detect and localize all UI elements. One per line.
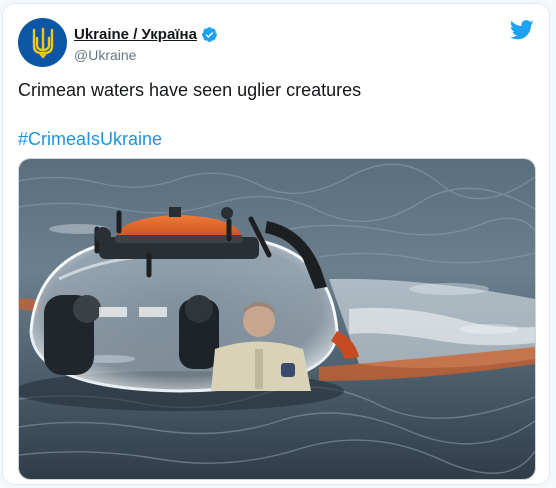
tweet-card: Ukraine / Україна @Ukraine Crimean water…: [2, 3, 550, 485]
tweet-media-photo[interactable]: [18, 158, 536, 480]
ukraine-trident-icon: [32, 27, 53, 58]
display-name-row: Ukraine / Україна: [74, 24, 218, 44]
twitter-bird-icon[interactable]: [510, 20, 534, 40]
author-display-name[interactable]: Ukraine / Україна: [74, 26, 197, 43]
author-handle[interactable]: @Ukraine: [74, 47, 218, 63]
tweet-header: Ukraine / Україна @Ukraine: [18, 16, 534, 67]
hashtag-link[interactable]: #CrimeaIsUkraine: [18, 127, 162, 151]
submersible-photo: [19, 159, 535, 479]
tweet-text: Crimean waters have seen uglier creature…: [18, 80, 362, 100]
avatar[interactable]: [18, 18, 67, 67]
verified-badge-icon: [201, 26, 217, 42]
author-identity: Ukraine / Україна @Ukraine: [74, 24, 218, 63]
